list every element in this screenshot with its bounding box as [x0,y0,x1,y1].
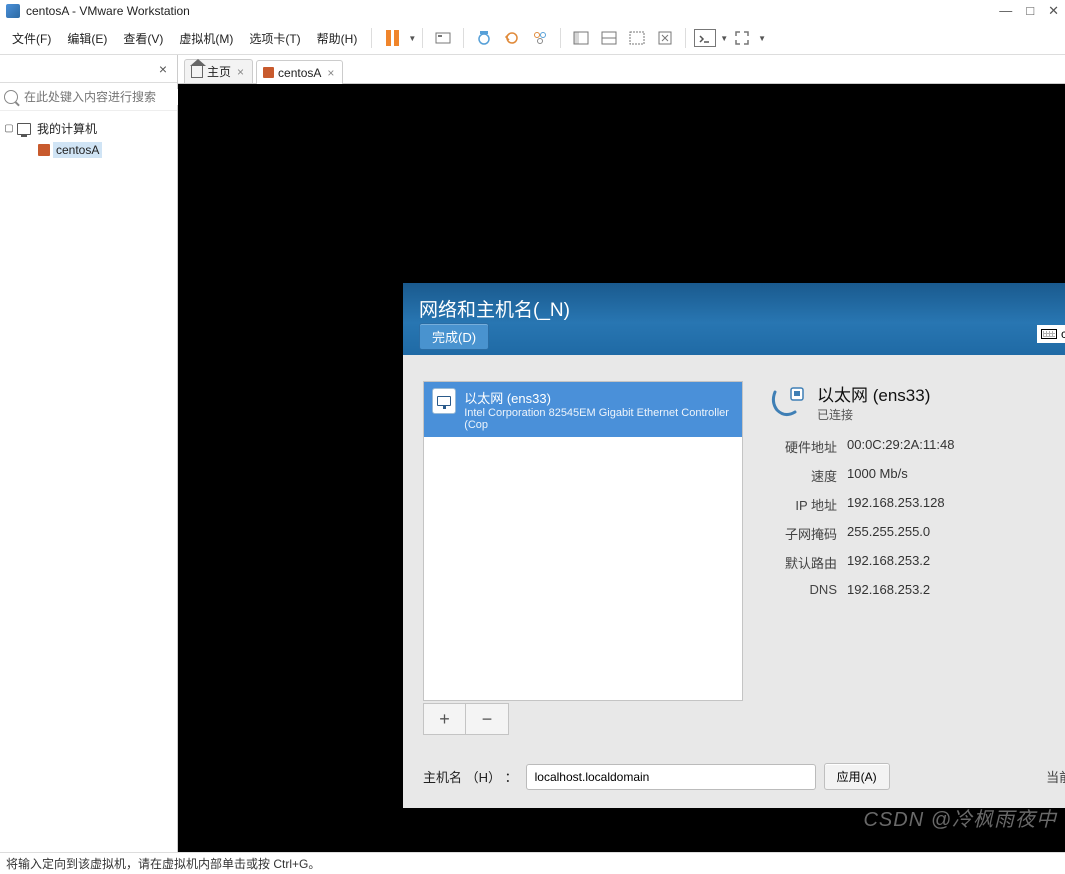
status-text: 将输入定向到该虚拟机，请在虚拟机内部单击或按 Ctrl+G。 [6,855,320,872]
tab-centosa-label: centosA [278,66,321,80]
hwaddr-label: 硬件地址 [769,437,837,456]
installer-brand: CENTOS 7 安装 [1037,295,1065,315]
ethernet-large-icon [767,382,807,422]
collapse-icon[interactable]: ▢ [4,123,14,134]
computer-icon [17,123,31,135]
sidebar-close-button[interactable]: × [153,61,173,77]
status-bar: 将输入定向到该虚拟机，请在虚拟机内部单击或按 Ctrl+G。 [0,852,1065,874]
remove-interface-button[interactable]: − [466,704,508,734]
view-unity-button[interactable] [653,26,677,50]
speed-label: 速度 [769,466,837,485]
tree-vm-centosa[interactable]: centosA [4,140,173,160]
power-dropdown[interactable]: ▼ [408,34,416,43]
menubar: 文件(F) 编辑(E) 查看(V) 虚拟机(M) 选项卡(T) 帮助(H) ▼ … [0,22,1065,55]
keyboard-icon [1041,329,1057,339]
interface-desc: Intel Corporation 82545EM Gigabit Ethern… [464,407,734,431]
home-icon [191,66,203,78]
vm-console[interactable]: CSDN @冷枫雨夜中 网络和主机名(_N) 完成(D) CENTOS 7 安装… [178,84,1065,852]
sidebar-tab-label [4,63,7,75]
hwaddr-value: 00:0C:29:2A:11:48 [847,437,1065,456]
tab-centosa-close[interactable]: × [325,66,336,80]
vm-icon [263,67,274,78]
current-hostname-label: 当前主机名 ： [1046,767,1065,786]
gw-value: 192.168.253.2 [847,553,1065,572]
tab-home[interactable]: 主页 × [184,59,253,83]
menu-file[interactable]: 文件(F) [4,26,59,51]
view-console-button[interactable] [597,26,621,50]
keyboard-lang: cn [1061,327,1065,341]
mask-value: 255.255.255.0 [847,524,1065,543]
tab-home-close[interactable]: × [235,65,246,79]
suspend-button[interactable] [380,26,404,50]
done-button[interactable]: 完成(D) [419,323,489,350]
enter-fullscreen-button[interactable] [694,29,716,47]
library-tree: ▢ 我的计算机 centosA [0,111,177,166]
app-icon [6,4,20,18]
interface-name: 以太网 (ens33) [464,388,734,407]
minimize-button[interactable]: — [999,3,1012,19]
installer-title: 网络和主机名(_N) [419,295,570,322]
ethernet-icon [432,388,456,414]
snapshot-take-button[interactable] [472,26,496,50]
gw-label: 默认路由 [769,553,837,572]
hostname-input[interactable] [526,764,816,790]
stretch-dropdown[interactable]: ▼ [758,34,766,43]
dns-label: DNS [769,582,837,597]
window-title: centosA - VMware Workstation [26,4,190,18]
tab-bar: 主页 × centosA × [178,55,1065,84]
menu-tabs[interactable]: 选项卡(T) [241,26,308,51]
ip-value: 192.168.253.128 [847,495,1065,514]
tree-root-my-computer[interactable]: ▢ 我的计算机 [4,117,173,140]
tree-vm-label: centosA [53,142,102,158]
network-interface-item[interactable]: 以太网 (ens33) Intel Corporation 82545EM Gi… [424,382,742,437]
tree-root-label: 我的计算机 [34,119,100,138]
apply-hostname-button[interactable]: 应用(A) [824,763,890,790]
menu-help[interactable]: 帮助(H) [309,26,366,51]
search-icon [4,90,18,104]
window-titlebar: centosA - VMware Workstation — □ ✕ [0,0,1065,22]
tab-home-label: 主页 [207,63,231,80]
mask-label: 子网掩码 [769,524,837,543]
add-interface-button[interactable]: + [424,704,466,734]
send-ctrl-alt-del-button[interactable] [431,26,455,50]
tab-centosa[interactable]: centosA × [256,60,343,84]
snapshot-revert-button[interactable] [500,26,524,50]
close-button[interactable]: ✕ [1048,3,1059,19]
detail-status: 已连接 [817,406,930,423]
network-interface-list[interactable]: 以太网 (ens33) Intel Corporation 82545EM Gi… [423,381,743,701]
library-search-input[interactable] [22,89,181,105]
stretch-guest-button[interactable] [730,26,754,50]
view-thumbnail-button[interactable] [625,26,649,50]
ip-label: IP 地址 [769,495,837,514]
menu-view[interactable]: 查看(V) [115,26,171,51]
dns-value: 192.168.253.2 [847,582,1065,597]
menu-vm[interactable]: 虚拟机(M) [171,26,241,51]
view-single-button[interactable] [569,26,593,50]
hostname-label: 主机名 （H） ： [423,767,518,786]
keyboard-indicator[interactable]: cn [1037,325,1065,343]
snapshot-manager-button[interactable] [528,26,552,50]
detail-interface-name: 以太网 (ens33) [817,381,930,406]
centos-installer-window: 网络和主机名(_N) 完成(D) CENTOS 7 安装 cn 帮助！ [403,283,1065,808]
menu-edit[interactable]: 编辑(E) [59,26,115,51]
library-sidebar: × ▼ ▢ 我的计算机 centosA [0,55,178,852]
installer-header: 网络和主机名(_N) 完成(D) CENTOS 7 安装 cn 帮助！ [403,283,1065,355]
speed-value: 1000 Mb/s [847,466,1065,485]
fullscreen-dropdown[interactable]: ▼ [720,34,728,43]
vm-icon [38,144,50,156]
network-details-grid: 硬件地址 00:0C:29:2A:11:48 速度 1000 Mb/s IP 地… [769,437,1065,597]
maximize-button[interactable]: □ [1026,3,1034,19]
